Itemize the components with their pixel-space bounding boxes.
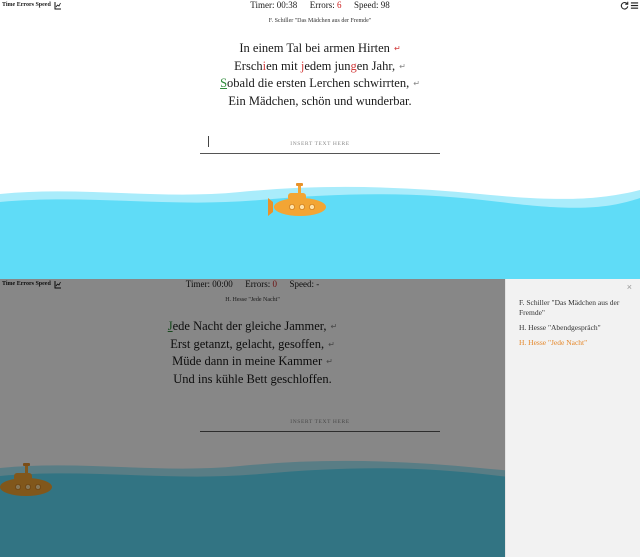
reload-icon[interactable] [620,1,629,12]
errors-label: Errors: [309,0,335,10]
poem-line-text: Ein Mädchen, schön und wunderbar. [228,93,412,108]
speed-value: 98 [380,0,390,10]
poem-list-item[interactable]: F. Schiller "Das Mädchen aus der Fremde" [519,298,635,318]
poem-list-item[interactable]: H. Hesse "Abendgespräch" [519,323,635,333]
return-icon: ↵ [399,61,406,71]
errors-value: 6 [336,0,342,10]
poem-text-segment: en Jahr, [356,58,396,73]
poem-text: In einem Tal bei armen Hirten ↵ Erschien … [0,40,640,109]
stats-bar: Timer: 00:38 Errors: 6 Speed: 98 [0,0,640,11]
timer-value: 00:38 [276,0,298,10]
timer-label: Timer: [250,0,275,10]
poem-title: F. Schiller "Das Mädchen aus der Fremde" [268,18,372,24]
poem-list-item-active[interactable]: H. Hesse "Jede Nacht" [519,338,635,348]
poem-line: Sobald die ersten Lerchen schwirrten, ↵ [0,75,640,93]
active-typing-panel: Time Errors Speed Timer: 00:38 Errors: 6… [0,0,640,279]
close-icon[interactable]: × [627,282,632,292]
text-input-wrapper [200,132,440,155]
return-icon: ↵ [413,79,420,89]
poem-text-segment: obald die ersten Lerchen schwirrten, [227,76,410,91]
poem-line-text: In einem Tal bei armen Hirten [239,41,390,55]
poem-line: Erschien mit jedem jungen Jahr, ↵ [0,58,640,76]
poem-list: F. Schiller "Das Mädchen aus der Fremde"… [519,298,635,353]
dim-overlay[interactable] [0,279,505,557]
return-icon: ↵ [393,44,401,53]
current-char: S [220,76,228,91]
text-caret [208,136,209,147]
poem-sidebar: × F. Schiller "Das Mädchen aus der Fremd… [505,279,640,557]
text-input[interactable] [200,133,440,155]
poem-text-segment: edem jun [304,58,351,73]
menu-icon[interactable] [630,1,639,12]
poem-line: In einem Tal bei armen Hirten ↵ [0,40,640,58]
sea-scene [0,183,640,279]
speed-label: Speed: [353,0,379,10]
preview-panel: Time Errors Speed Timer: 00:00 Errors: 0… [0,279,640,557]
poem-text-segment: Ersch [234,58,263,73]
poem-text-segment: en mit [266,58,301,73]
poem-line: Ein Mädchen, schön und wunderbar. [0,93,640,110]
